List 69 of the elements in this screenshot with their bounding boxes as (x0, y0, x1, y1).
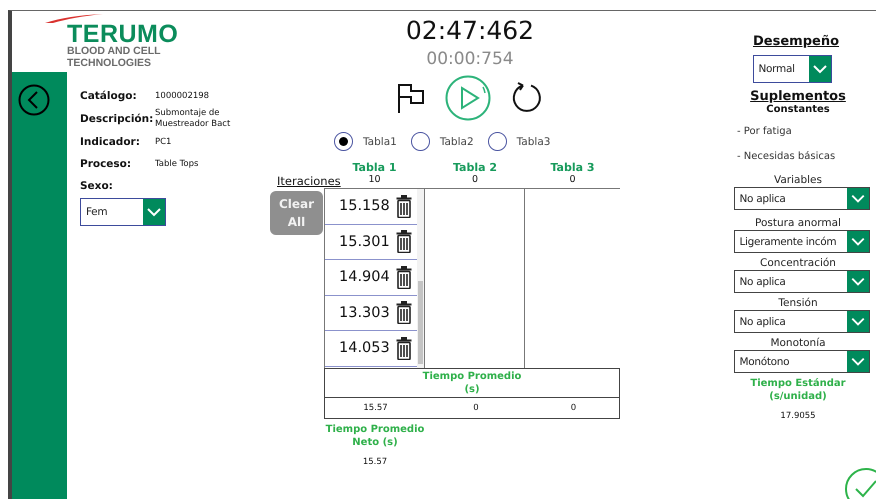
time-value: 15.301 (339, 234, 390, 250)
chevron-down-icon (846, 231, 868, 252)
field-value: Table Tops (155, 158, 200, 170)
field-label: Proceso: (80, 158, 132, 170)
supplement-dropdown[interactable]: No aplica (734, 187, 870, 210)
back-button[interactable] (18, 84, 50, 116)
iterations-label: Iteraciones (277, 174, 341, 188)
select-label: Variables (774, 174, 822, 186)
chevron-down-icon (846, 311, 868, 332)
table-radio[interactable]: Tabla3 (488, 132, 550, 151)
field-label: Catálogo: (80, 90, 138, 102)
trash-icon[interactable] (396, 301, 412, 324)
sex-dropdown[interactable]: Fem (80, 198, 166, 226)
select-label: Tensión (778, 297, 818, 309)
column-header: Tabla 1 (352, 161, 397, 174)
net-average-value: 15.57 (362, 457, 388, 467)
table-radio[interactable]: Tabla2 (410, 132, 474, 151)
column-header: Tabla 3 (550, 161, 595, 174)
field-value: Submontaje de Muestreador Bact (155, 108, 232, 130)
timer: 02:47:462 (404, 16, 536, 45)
supplement-dropdown[interactable]: No aplica (734, 310, 870, 333)
chevron-down-icon (808, 56, 830, 82)
standard-time-value: 17.9055 (780, 411, 816, 421)
chevron-down-icon (143, 199, 165, 225)
time-value: 14.904 (339, 269, 390, 286)
average-value: 0 (473, 403, 479, 413)
field-value: PC1 (155, 136, 172, 148)
performance-title: Desempeño (752, 34, 840, 49)
constant-item: - Necesidas básicas (737, 151, 836, 162)
trash-icon[interactable] (396, 336, 412, 360)
field-value: 1000002198 (155, 90, 210, 102)
logo-tagline: BLOOD AND CELL (67, 45, 161, 57)
iteration-count: 0 (472, 174, 478, 187)
time-value: 13.303 (339, 304, 390, 321)
iteration-count: 10 (368, 174, 381, 187)
supplement-dropdown[interactable]: No aplica (734, 270, 870, 293)
field-label: Sexo: (80, 180, 114, 192)
flag-button[interactable] (397, 83, 425, 116)
brand-logo: TERUMO (67, 23, 178, 45)
lap-timer: 00:00:754 (425, 49, 515, 69)
average-value: 0 (570, 403, 576, 413)
time-value: 15.158 (339, 198, 390, 214)
chevron-down-icon (846, 271, 868, 292)
field-label: Indicador: (80, 136, 141, 148)
supplement-dropdown[interactable]: Monótono (734, 350, 870, 373)
trash-icon[interactable] (396, 266, 412, 289)
logo-tagline: TECHNOLOGIES (67, 57, 152, 69)
select-label: Concentración (760, 257, 836, 269)
column-header: Tabla 2 (452, 161, 498, 174)
standard-time-label: Tiempo Estándar (s/unidad) (749, 377, 847, 403)
supplement-dropdown[interactable]: Ligeramente incóm (734, 230, 870, 253)
select-label: Monotonía (770, 337, 826, 349)
average-label: Tiempo Promedio (s) (422, 370, 522, 396)
select-label: Postura anormal (755, 217, 841, 229)
field-label: Descripción: (80, 113, 154, 125)
constant-item: - Por fatiga (737, 126, 792, 137)
constants-title: Constantes (766, 104, 830, 115)
supplements-title: Suplementos (750, 89, 846, 104)
trash-icon[interactable] (396, 230, 412, 254)
trash-icon[interactable] (396, 194, 412, 218)
iteration-count: 0 (569, 174, 576, 187)
performance-dropdown[interactable]: Normal (752, 55, 832, 83)
net-average-label: Tiempo Promedio Neto (s) (324, 423, 426, 449)
chevron-down-icon (846, 188, 868, 209)
time-value: 14.053 (339, 340, 390, 356)
scrollbar[interactable] (417, 189, 424, 368)
table-radio[interactable]: Tabla1 (334, 132, 397, 151)
chevron-down-icon (846, 351, 868, 372)
average-value: 15.57 (363, 403, 388, 413)
